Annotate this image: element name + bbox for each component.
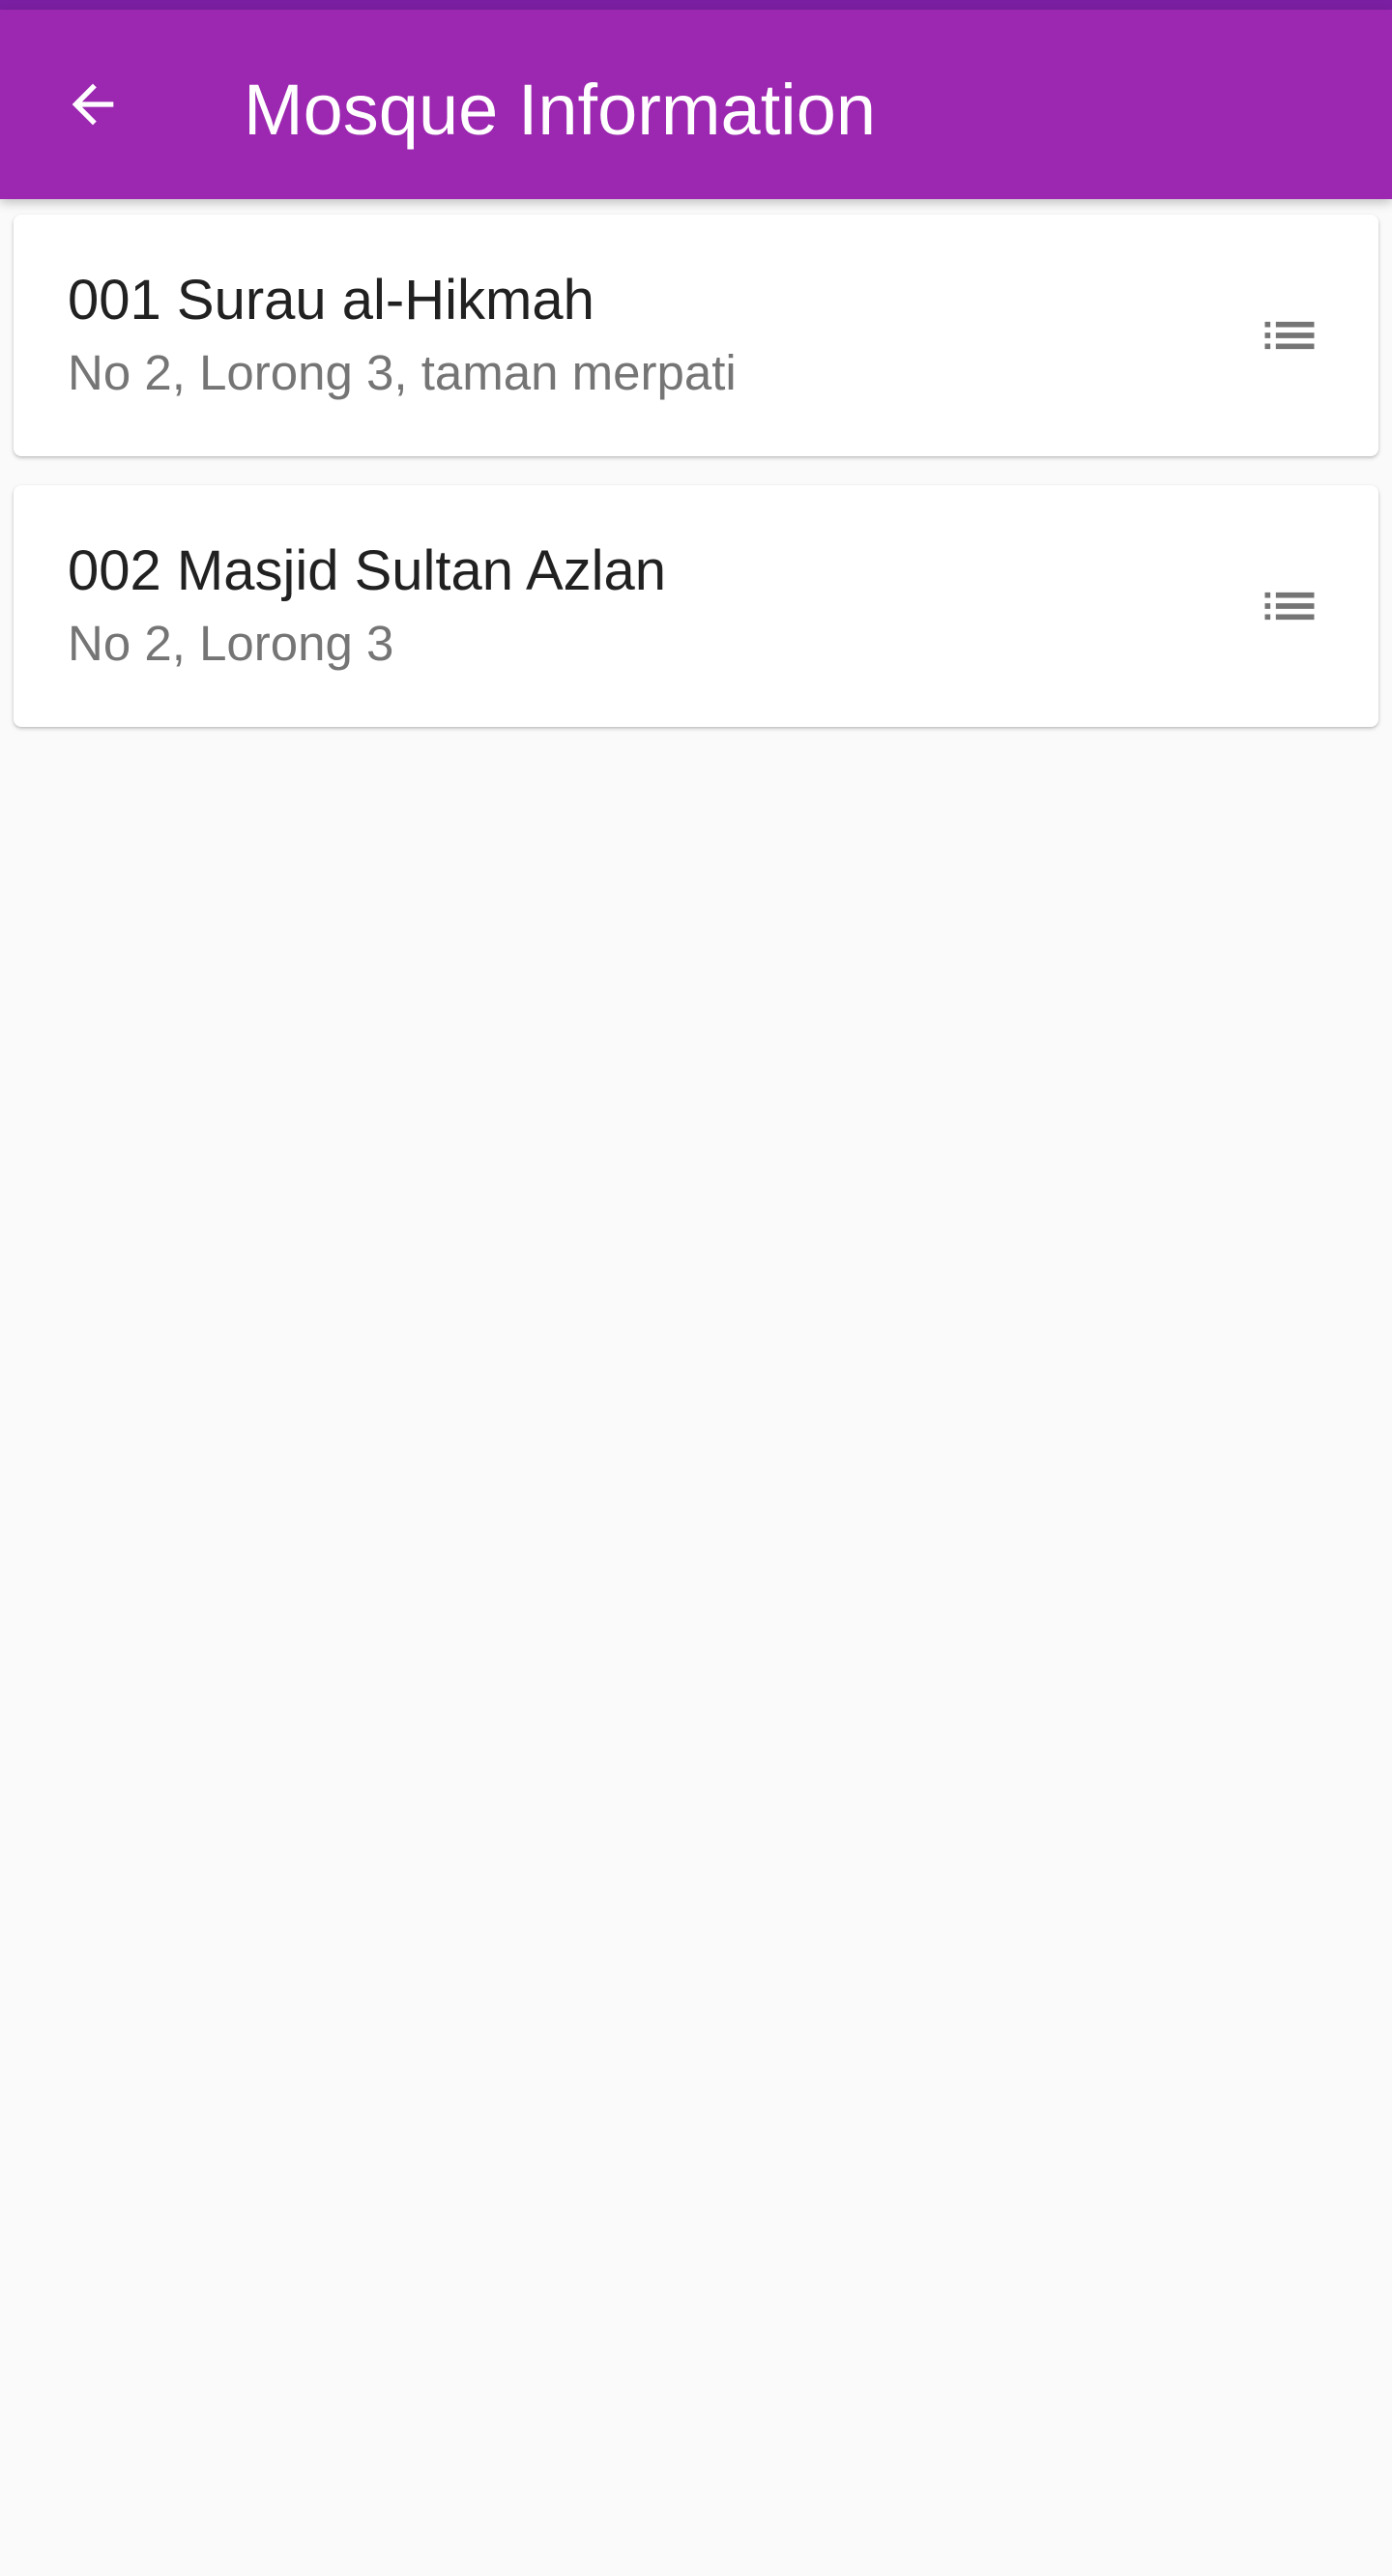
list-icon-button[interactable] <box>1241 287 1338 384</box>
list-icon <box>1264 592 1315 621</box>
list-icon-button[interactable] <box>1241 558 1338 654</box>
page-title: Mosque Information <box>244 70 877 150</box>
mosque-card[interactable]: 001 Surau al-Hikmah No 2, Lorong 3, tama… <box>14 215 1378 456</box>
mosque-name: 001 Surau al-Hikmah <box>68 269 594 332</box>
list-icon <box>1264 321 1315 350</box>
mosque-card[interactable]: 002 Masjid Sultan Azlan No 2, Lorong 3 <box>14 485 1378 727</box>
mosque-name: 002 Masjid Sultan Azlan <box>68 539 667 602</box>
back-button[interactable] <box>46 58 139 151</box>
arrow-back-icon <box>72 83 114 126</box>
app-bar: Mosque Information <box>0 10 1392 199</box>
mosque-address: No 2, Lorong 3 <box>68 616 394 671</box>
mosque-address: No 2, Lorong 3, taman merpati <box>68 345 737 400</box>
status-bar <box>0 0 1392 10</box>
mosque-list: 001 Surau al-Hikmah No 2, Lorong 3, tama… <box>14 215 1378 756</box>
